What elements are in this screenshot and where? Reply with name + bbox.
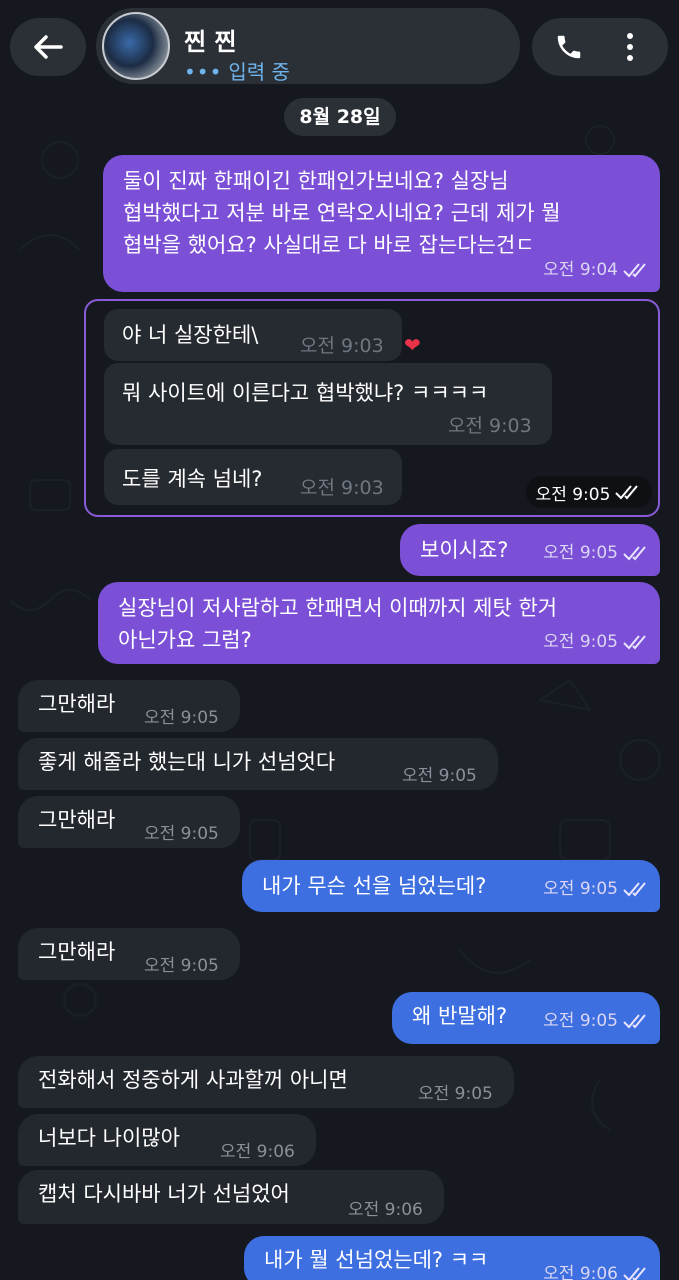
message-time: 오전 9:04 [543, 260, 618, 280]
message-bubble-incoming[interactable]: 너보다 나이많아 오전 9:06 [18, 1114, 316, 1166]
double-check-icon [623, 546, 646, 561]
message-time: 오전 9:05 [144, 956, 219, 976]
message-time: 오전 9:05 [418, 1084, 493, 1104]
double-check-icon [615, 485, 639, 500]
message-time: 오전 9:05 [144, 708, 219, 728]
back-arrow-icon [34, 35, 63, 59]
more-vertical-icon[interactable] [620, 30, 640, 64]
forwarded-screenshot[interactable]: 야 너 실장한테\ 오전 9:03 ❤ 뭐 사이트에 이른다고 협박했냐? ㅋㅋ… [84, 299, 660, 517]
message-text: 그만해라 [38, 808, 116, 832]
double-check-icon [623, 882, 646, 897]
message-time: 오전 9:06 [220, 1142, 295, 1162]
heart-icon: ❤ [404, 333, 421, 357]
avatar[interactable] [102, 12, 170, 80]
message-bubble-outgoing[interactable]: 내가 무슨 선을 넘었는데? 오전 9:05 [242, 860, 660, 912]
contact-name: 찐 찐 [184, 28, 237, 56]
message-text: 보이시죠? [420, 538, 509, 562]
message-text: 캡처 다시바바 너가 선넘었어 [38, 1182, 290, 1206]
message-time: 오전 9:05 [543, 543, 618, 563]
header-actions [532, 18, 668, 76]
message-text: 내가 무슨 선을 넘었는데? [262, 874, 487, 898]
message-time: 오전 9:05 [144, 824, 219, 844]
message-bubble-outgoing[interactable]: 둘이 진짜 한패이긴 한패인가보네요? 실장님 협박했다고 저분 바로 연락오시… [103, 155, 660, 292]
double-check-icon [623, 1267, 646, 1280]
message-time: 오전 9:05 [543, 1011, 618, 1031]
message-bubble-outgoing[interactable]: 내가 뭘 선넘었는데? ㅋㅋ 오전 9:06 [244, 1236, 660, 1280]
message-text: 그만해라 [38, 692, 116, 716]
typing-status: ••• 입력 중 [184, 56, 290, 85]
message-text: 둘이 진짜 한패이긴 한패인가보네요? 실장님 협박했다고 저분 바로 연락오시… [123, 169, 561, 257]
message-bubble-incoming[interactable]: 전화해서 정중하게 사과할꺼 아니면 오전 9:05 [18, 1056, 514, 1108]
message-bubble-incoming[interactable]: 그만해라 오전 9:05 [18, 796, 240, 848]
message-meta: 오전 9:05 [543, 626, 650, 658]
message-time: 오전 9:05 [543, 632, 618, 652]
message-bubble-incoming[interactable]: 캡처 다시바바 너가 선넘었어 오전 9:06 [18, 1170, 444, 1224]
message-bubble-outgoing[interactable]: 왜 반말해? 오전 9:05 [392, 992, 660, 1044]
typing-dots: ••• [184, 60, 223, 84]
message-bubble-outgoing[interactable]: 보이시죠? 오전 9:05 [400, 524, 660, 576]
message-meta: 오전 9:05 [543, 1005, 650, 1037]
message-bubble-outgoing[interactable]: 실장님이 저사람하고 한패면서 이때까지 제탓 한거 아닌가요 그럼? 오전 9… [98, 582, 660, 664]
message-text: 왜 반말해? [412, 1004, 508, 1028]
message-time: 오전 9:05 [402, 766, 477, 786]
message-time: 오전 9:05 [543, 879, 618, 899]
contact-info[interactable]: 찐 찐 ••• 입력 중 [96, 8, 520, 84]
message-time: 오전 9:06 [543, 1264, 618, 1280]
message-text: 너보다 나이많아 [38, 1126, 180, 1150]
message-text: 그만해라 [38, 940, 116, 964]
back-button[interactable] [10, 18, 86, 76]
message-text: 좋게 해줄라 했는대 니가 선넘엇다 [38, 750, 336, 774]
message-bubble-incoming[interactable]: 좋게 해줄라 했는대 니가 선넘엇다 오전 9:05 [18, 738, 498, 790]
chat-header: 찐 찐 ••• 입력 중 [0, 0, 679, 95]
forwarded-time-badge: 오전 9:05 [526, 476, 652, 508]
typing-label: 입력 중 [228, 60, 290, 84]
message-text: 실장님이 저사람하고 한패면서 이때까지 제탓 한거 아닌가요 그럼? [118, 596, 558, 652]
message-meta: 오전 9:05 [543, 537, 650, 569]
double-check-icon [623, 263, 646, 278]
date-separator: 8월 28일 [284, 98, 396, 136]
message-bubble-incoming[interactable]: 그만해라 오전 9:05 [18, 928, 240, 980]
quoted-message: 도를 계속 넘네? 오전 9:03 [104, 449, 402, 505]
message-time: 오전 9:06 [348, 1200, 423, 1220]
quoted-message: 뭐 사이트에 이른다고 협박했냐? ㅋㅋㅋㅋ 오전 9:03 [104, 363, 552, 445]
message-text: 전화해서 정중하게 사과할꺼 아니면 [38, 1068, 348, 1092]
message-meta: 오전 9:06 [543, 1258, 650, 1280]
message-meta: 오전 9:04 [543, 254, 650, 286]
phone-icon[interactable] [554, 32, 584, 62]
double-check-icon [623, 635, 646, 650]
message-meta: 오전 9:05 [543, 873, 650, 905]
message-bubble-incoming[interactable]: 그만해라 오전 9:05 [18, 680, 240, 732]
message-text: 내가 뭘 선넘었는데? ㅋㅋ [264, 1248, 489, 1272]
double-check-icon [623, 1014, 646, 1029]
quoted-message: 야 너 실장한테\ 오전 9:03 [104, 309, 402, 361]
